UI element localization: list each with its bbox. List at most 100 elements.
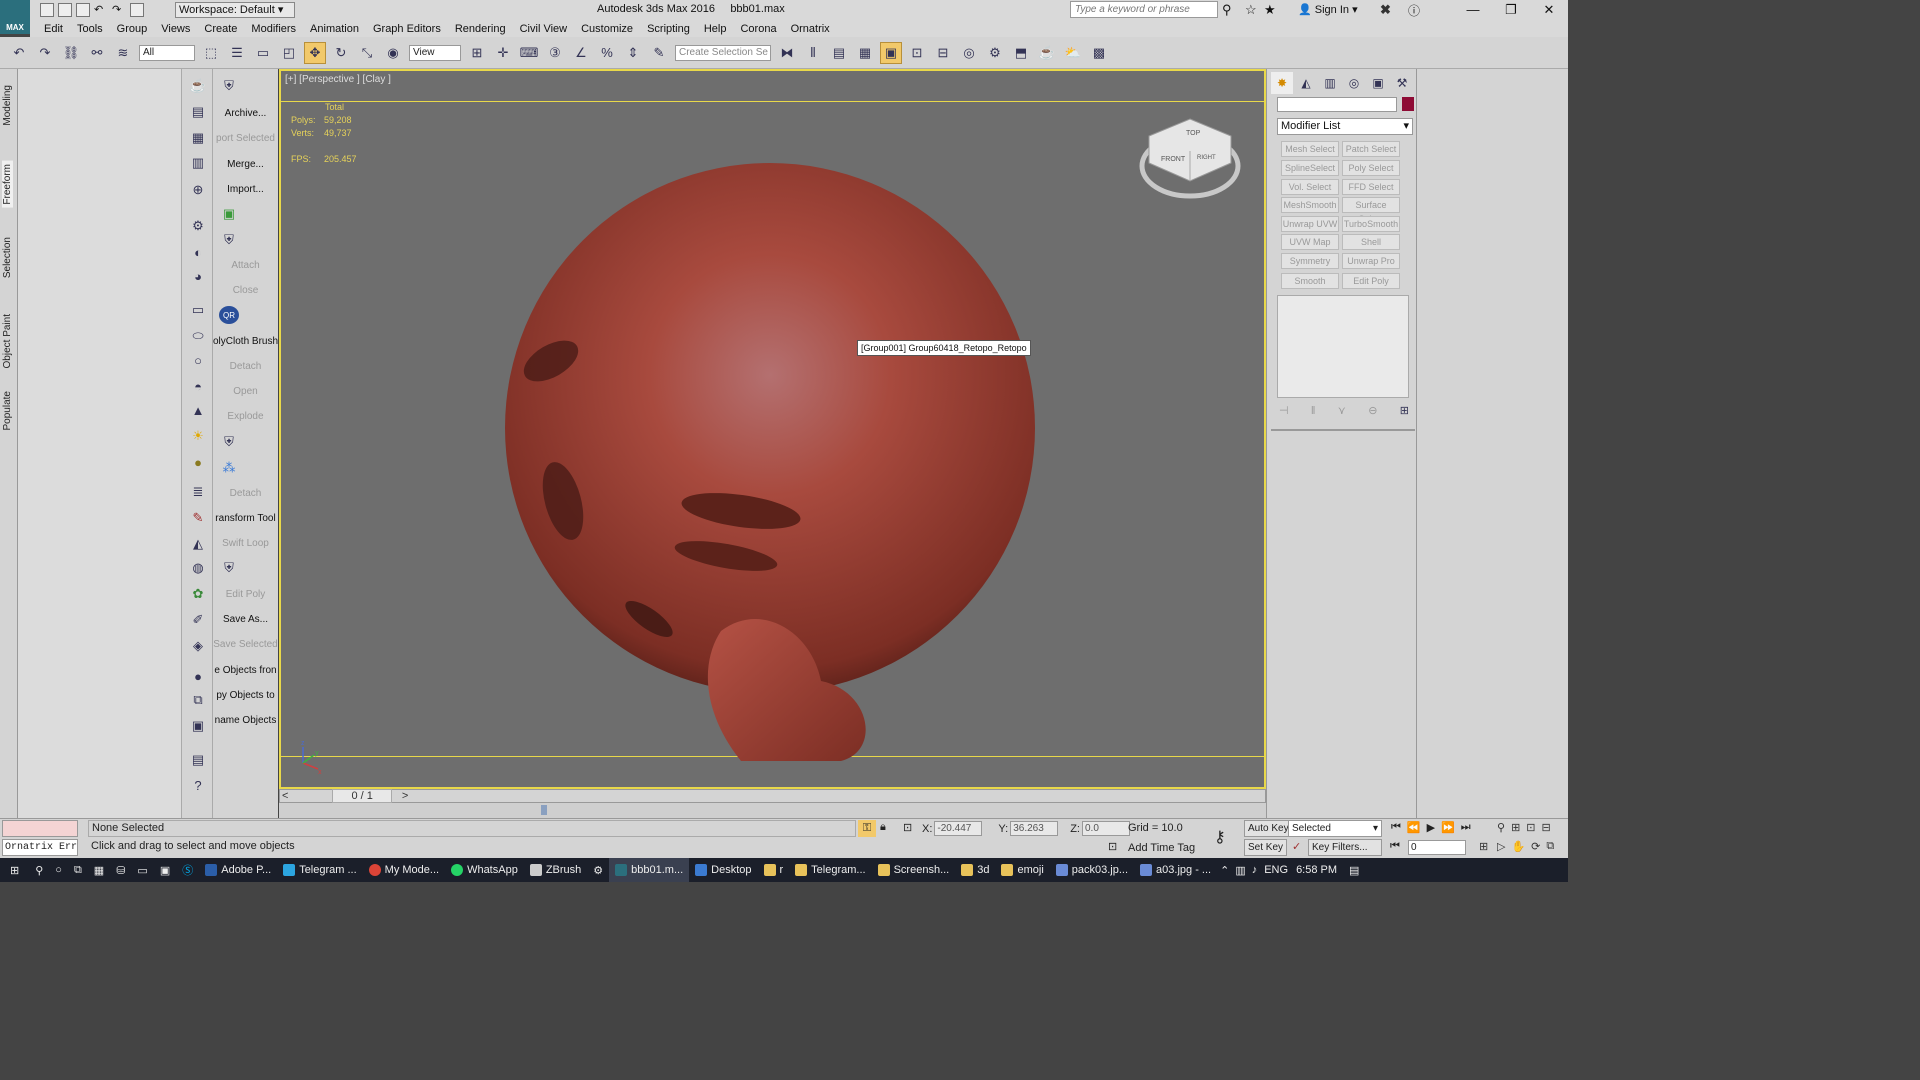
taskbar-item-chrome[interactable]: My Mode... [363, 858, 445, 882]
tray-chevron-icon[interactable]: ⌃ [1217, 858, 1232, 882]
vol-select-button[interactable]: Vol. Select [1281, 179, 1339, 195]
motion-tab-icon[interactable]: ◎ [1343, 72, 1365, 94]
object-name-field[interactable] [1277, 97, 1397, 112]
exchange-icon[interactable]: ✖ [1380, 2, 1391, 18]
taskbar-item-pack03[interactable]: pack03.jp... [1050, 858, 1134, 882]
pin-stack-icon[interactable]: ⊣ [1279, 404, 1289, 417]
menu-corona[interactable]: Corona [740, 23, 776, 35]
modifier-stack[interactable] [1277, 295, 1409, 398]
z-coordinate-field[interactable]: 0.0 [1081, 821, 1130, 836]
search-icon[interactable]: ⚲ [29, 858, 49, 882]
menu-animation[interactable]: Animation [310, 23, 359, 35]
cone-icon[interactable]: ▲ [188, 401, 208, 419]
explode-button[interactable]: Explode [213, 411, 278, 422]
display-icon[interactable]: ▭ [131, 858, 153, 882]
select-and-move-icon[interactable]: ✥ [304, 41, 326, 64]
select-by-name-icon[interactable]: ☰ [226, 42, 248, 64]
skype-icon[interactable]: Ⓢ [176, 858, 199, 882]
taskbar-item-folder-3d[interactable]: 3d [955, 858, 995, 882]
volume-icon[interactable]: ♪ [1249, 858, 1261, 882]
maxscript-listener-input[interactable] [2, 820, 78, 837]
ellipse-icon[interactable]: ⬭ [188, 327, 208, 345]
next-frame-icon[interactable]: ⏩ [1441, 821, 1455, 834]
go-to-start-icon[interactable]: ⏮ [1391, 821, 1401, 834]
select-and-rotate-icon[interactable]: ↻ [330, 42, 352, 64]
reference-coordinate-dropdown[interactable]: View [409, 44, 461, 61]
tool-icon-1[interactable]: ⚙ [188, 217, 208, 235]
material-sphere-icon[interactable]: ◎ [958, 42, 980, 64]
undo-icon[interactable]: ↶ [94, 3, 108, 17]
disc-icon[interactable]: ● [188, 453, 208, 471]
x-coordinate-field[interactable]: -20.447 [934, 821, 983, 836]
menu-group[interactable]: Group [117, 23, 148, 35]
poly-select-button[interactable]: Poly Select [1342, 160, 1400, 176]
field-of-view-icon[interactable]: ▷ [1497, 840, 1505, 853]
grass-icon[interactable]: ✿ [188, 585, 208, 603]
favorites-icon[interactable]: ★ [1264, 2, 1276, 18]
menu-modifiers[interactable]: Modifiers [251, 23, 296, 35]
zoom-icon[interactable]: ⚲ [1497, 821, 1505, 834]
archive-icon[interactable]: ▤ [188, 103, 208, 121]
merge-button[interactable]: Merge... [213, 159, 278, 170]
smooth-button[interactable]: Smooth [1281, 273, 1339, 289]
menu-create[interactable]: Create [204, 23, 237, 35]
polycloth-brush-button[interactable]: olyCloth Brush [213, 336, 278, 347]
snaps-toggle-icon[interactable]: ③ [544, 42, 566, 64]
maximize-viewport-icon[interactable]: ⧉ [1546, 840, 1554, 853]
orbit-icon[interactable]: ⟳ [1531, 840, 1540, 853]
globe-icon[interactable]: ◍ [188, 559, 208, 577]
curve-editor-icon[interactable]: ▣ [880, 41, 902, 64]
export-icon[interactable]: ▦ [188, 129, 208, 147]
pivot-center-icon[interactable]: ⊞ [466, 42, 488, 64]
menu-views[interactable]: Views [161, 23, 190, 35]
network-icon[interactable]: ▥ [1232, 858, 1248, 882]
render-production-icon[interactable]: ☕ [1036, 42, 1058, 64]
time-next-button[interactable]: > [402, 790, 408, 802]
modifier-list-dropdown[interactable]: Modifier List ▾ [1277, 118, 1413, 135]
render-activeshade-icon[interactable]: ▩ [1088, 42, 1110, 64]
modify-tab-icon[interactable]: ◭ [1295, 72, 1317, 94]
unwrap-pro-button[interactable]: Unwrap Pro [1342, 253, 1400, 269]
taskbar-item-folder-screenshots[interactable]: Screensh... [872, 858, 956, 882]
save-selected-icon[interactable]: ◈ [188, 637, 208, 655]
menu-edit[interactable]: Edit [44, 23, 63, 35]
search-input[interactable]: Type a keyword or phrase [1070, 1, 1218, 18]
maximize-button[interactable]: ❐ [1492, 0, 1530, 20]
rendered-frame-window-icon[interactable]: ⬒ [1010, 42, 1032, 64]
zoom-extents-icon[interactable]: ⊡ [1526, 821, 1535, 834]
edit-poly-modifier-button[interactable]: Edit Poly [1342, 273, 1400, 289]
notifications-icon[interactable]: ▤ [1341, 858, 1367, 882]
mirror-icon[interactable]: ⧓ [776, 42, 798, 64]
layers-icon[interactable]: ▤ [188, 751, 208, 769]
minimize-button[interactable]: — [1454, 0, 1492, 20]
ffd-select-button[interactable]: FFD Select [1342, 179, 1400, 195]
copy-objects-to-button[interactable]: py Objects to [213, 690, 278, 701]
time-config-icon[interactable]: ⊞ [1479, 840, 1488, 853]
create-tab-icon[interactable]: ✸ [1271, 72, 1293, 94]
selection-filter-dropdown[interactable]: All [139, 44, 195, 61]
bind-space-warp-icon[interactable]: ≋ [112, 42, 134, 64]
redo-icon[interactable]: ↷ [112, 3, 126, 17]
copy-objects-icon[interactable]: ⧉ [188, 691, 208, 709]
render-setup-icon[interactable]: ⚙ [984, 42, 1006, 64]
meshsmooth-button[interactable]: MeshSmooth [1281, 197, 1339, 213]
link-icon[interactable]: ⛓ [60, 42, 82, 64]
menu-help[interactable]: Help [704, 23, 727, 35]
maxscript-output[interactable]: Ornatrix Err( [2, 839, 78, 856]
shell-button[interactable]: Shell [1342, 234, 1400, 250]
export-selected-button[interactable]: port Selected [213, 133, 278, 144]
remove-modifier-icon[interactable]: ⊖ [1368, 404, 1377, 417]
time-slider-thumb[interactable]: 0 / 1 [332, 789, 392, 803]
teapot-icon[interactable]: ☕ [188, 77, 208, 95]
menu-scripting[interactable]: Scripting [647, 23, 690, 35]
render-iterative-icon[interactable]: ⛅ [1062, 42, 1084, 64]
show-end-result-icon[interactable]: ‖ [1311, 405, 1316, 417]
add-time-tag-button[interactable]: Add Time Tag [1128, 842, 1195, 854]
archive-button[interactable]: Archive... [213, 108, 278, 119]
detach-button-2[interactable]: Detach [213, 488, 278, 499]
object-color-swatch[interactable] [1402, 97, 1414, 111]
taskbar-item-3dsmax[interactable]: bbb01.m... [609, 858, 690, 882]
tool-icon-3[interactable]: ◕ [188, 267, 208, 285]
rename-objects-button[interactable]: name Objects [213, 715, 278, 726]
play-icon[interactable]: ▶ [1427, 821, 1435, 834]
